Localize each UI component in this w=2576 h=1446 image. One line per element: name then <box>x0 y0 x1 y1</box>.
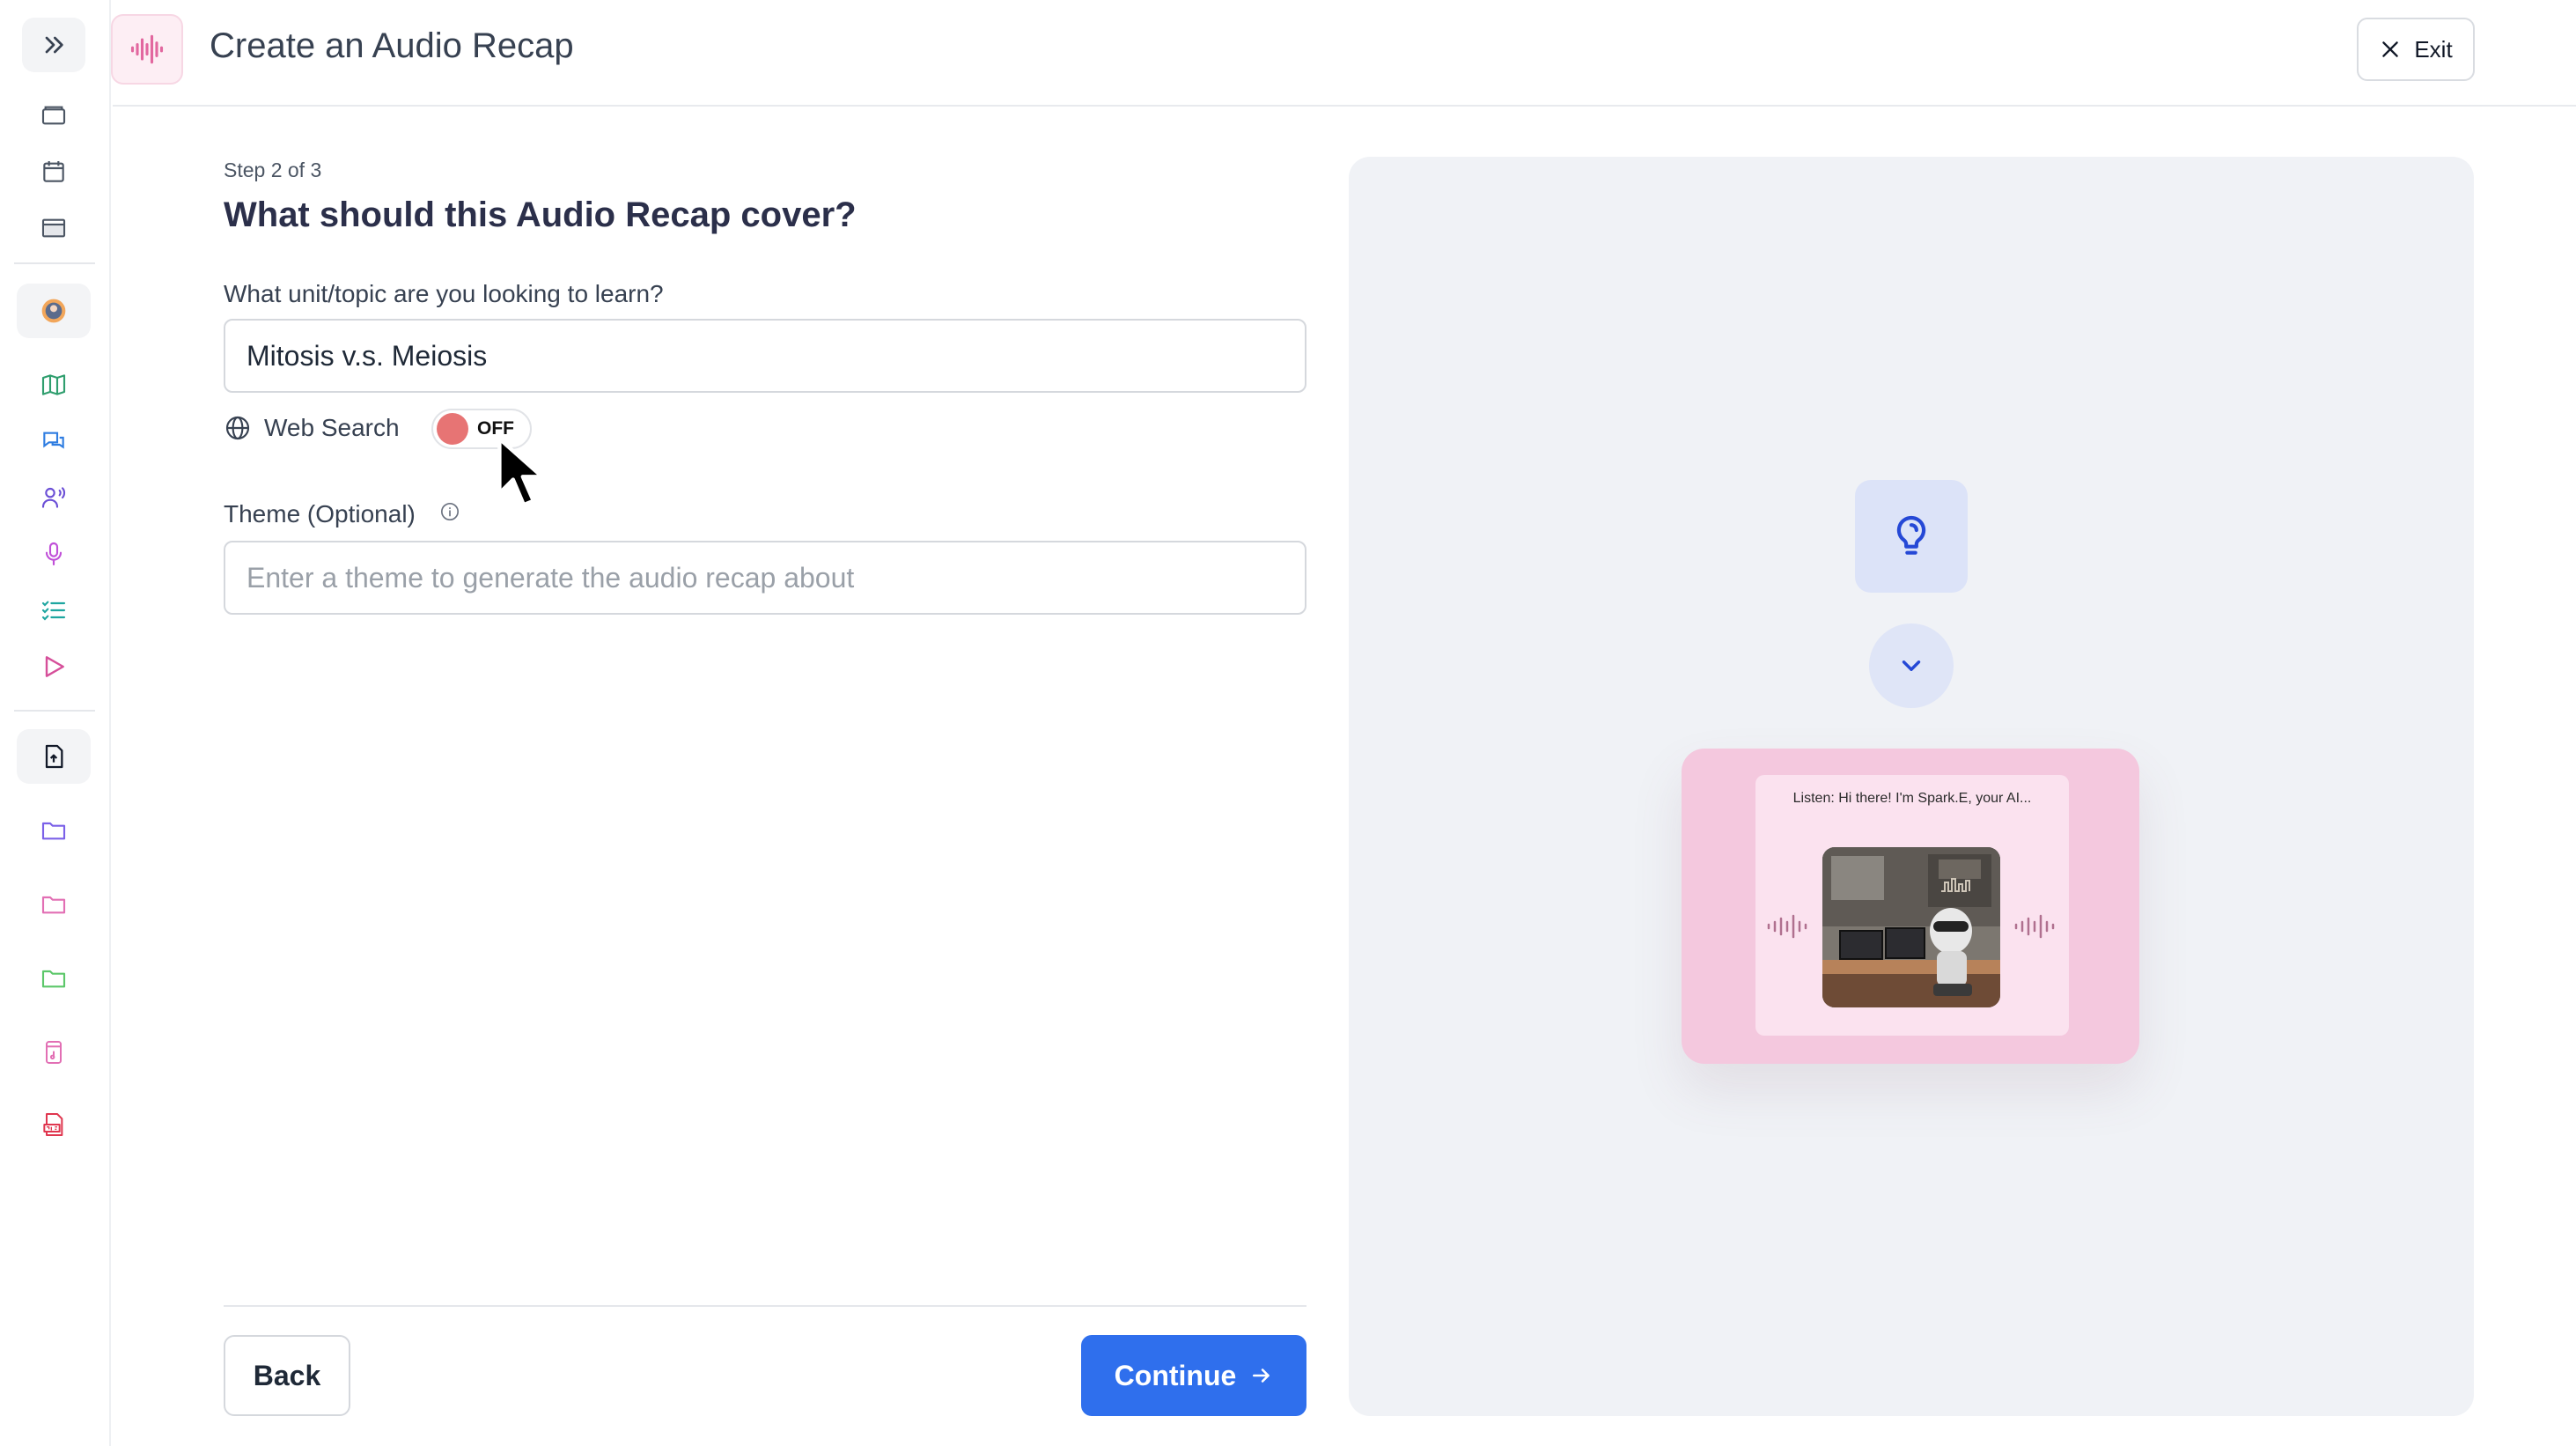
browser-window-icon <box>41 218 66 238</box>
sidebar-folder-3[interactable] <box>22 951 85 1006</box>
sidebar-folder-2[interactable] <box>22 877 85 932</box>
folder-icon <box>41 970 66 988</box>
idea-tile <box>1855 480 1968 593</box>
audio-recap-logo <box>111 14 183 85</box>
continue-label: Continue <box>1114 1359 1237 1391</box>
sidebar-folder-1[interactable] <box>22 803 85 858</box>
checklist-icon <box>41 601 66 621</box>
info-icon[interactable] <box>440 502 460 521</box>
sidebar-item-profile[interactable] <box>17 284 91 338</box>
sidebar-pdf-file[interactable] <box>22 1097 85 1152</box>
lightbulb-icon <box>1896 515 1926 555</box>
mouse-cursor-icon <box>497 437 544 507</box>
flow-arrow <box>1869 623 1954 708</box>
sidebar-item-upload[interactable] <box>17 729 91 784</box>
web-search-row: Web Search <box>224 410 400 446</box>
theme-label: Theme (Optional) <box>224 500 416 527</box>
web-search-label: Web Search <box>264 414 400 441</box>
exit-label: Exit <box>2414 35 2453 63</box>
page-title: Create an Audio Recap <box>210 26 574 65</box>
file-upload-icon <box>45 744 63 769</box>
card-caption: Listen: Hi there! I'm Spark.E, your AI..… <box>1792 791 2032 806</box>
waveform-icon <box>130 34 164 64</box>
waveform-right-icon <box>2014 914 2055 939</box>
calendar-icon <box>43 161 64 182</box>
continue-button[interactable]: Continue <box>1081 1335 1306 1416</box>
topic-input[interactable] <box>224 319 1306 393</box>
chevron-down-icon <box>1902 660 1921 671</box>
studio-illustration <box>1822 847 2000 1007</box>
sidebar-item-play[interactable] <box>22 639 85 694</box>
topic-label: What unit/topic are you looking to learn… <box>224 280 664 307</box>
expand-sidebar-button[interactable] <box>22 18 85 72</box>
chevrons-right-icon <box>45 36 63 54</box>
sidebar-item-files[interactable] <box>22 88 85 143</box>
back-button[interactable]: Back <box>224 1335 350 1416</box>
sidebar-item-chat[interactable] <box>22 414 85 468</box>
chat-bubbles-icon <box>43 432 64 449</box>
theme-input[interactable] <box>224 541 1306 615</box>
footer-divider <box>224 1305 1306 1307</box>
audio-file-icon <box>46 1041 62 1064</box>
spark-e-thumbnail <box>1822 847 2000 1007</box>
step-question: What should this Audio Recap cover? <box>224 196 857 234</box>
avatar-icon <box>41 299 66 323</box>
waveform-left-icon <box>1767 914 1807 939</box>
sidebar-item-checklist[interactable] <box>22 583 85 638</box>
sidebar-item-window[interactable] <box>22 201 85 255</box>
close-icon <box>2382 41 2399 57</box>
microphone-icon <box>45 542 63 566</box>
step-indicator: Step 2 of 3 <box>224 159 322 181</box>
arrow-right-icon <box>1253 1369 1270 1383</box>
map-icon <box>41 374 66 395</box>
sidebar <box>0 0 111 1446</box>
folders-icon <box>41 106 66 125</box>
folder-icon <box>41 896 66 914</box>
sidebar-audio-file[interactable] <box>22 1025 85 1080</box>
pdf-file-icon <box>43 1113 63 1136</box>
exit-button[interactable]: Exit <box>2357 18 2475 81</box>
sidebar-item-record[interactable] <box>22 527 85 581</box>
sidebar-item-calendar[interactable] <box>22 144 85 199</box>
play-icon <box>45 656 64 677</box>
globe-icon <box>225 416 250 440</box>
toggle-knob <box>437 413 468 445</box>
folder-icon <box>41 822 66 840</box>
speaking-person-icon <box>41 487 66 508</box>
sidebar-item-tutor[interactable] <box>22 470 85 525</box>
sidebar-item-map[interactable] <box>22 358 85 412</box>
